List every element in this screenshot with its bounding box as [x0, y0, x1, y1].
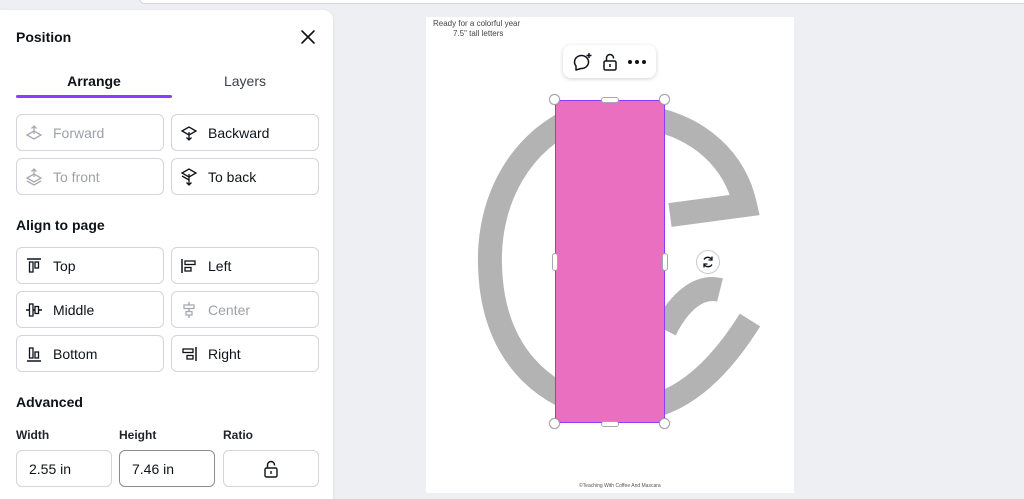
rotate-handle[interactable]: [696, 250, 720, 274]
resize-handle-right[interactable]: [662, 253, 668, 271]
more-icon: [627, 59, 646, 64]
comment-add-button[interactable]: [572, 51, 594, 73]
resize-handle-bottom[interactable]: [601, 421, 619, 427]
resize-handle-top-right[interactable]: [659, 94, 670, 105]
resize-handle-bottom-right[interactable]: [659, 418, 670, 429]
more-options-button[interactable]: [626, 51, 648, 73]
floating-toolbar: [563, 45, 656, 78]
resize-handle-top-left[interactable]: [549, 94, 560, 105]
letter-e-graphic: [477, 104, 761, 423]
resize-handle-bottom-left[interactable]: [549, 418, 560, 429]
lock-button[interactable]: [599, 51, 621, 73]
rotate-icon: [703, 256, 713, 268]
selected-rectangle[interactable]: [555, 100, 665, 423]
resize-handle-left[interactable]: [552, 253, 558, 271]
comment-add-icon: [573, 52, 591, 71]
unlock-icon: [602, 53, 617, 71]
resize-handle-top[interactable]: [601, 97, 619, 103]
